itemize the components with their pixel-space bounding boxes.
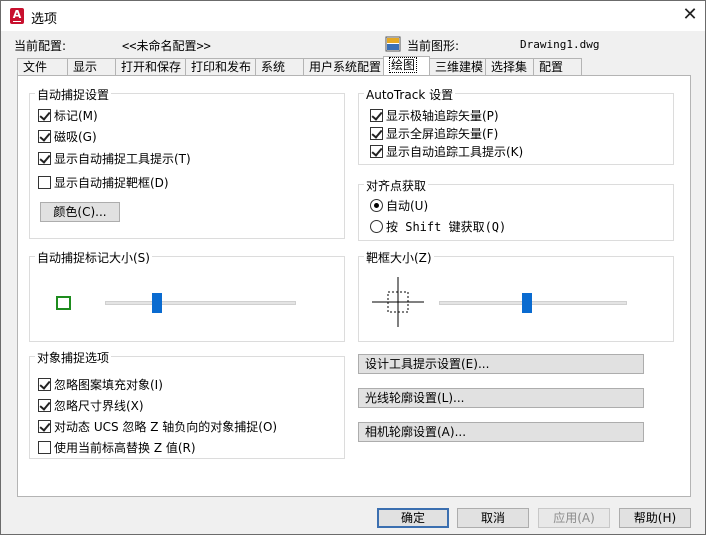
autotrack-tooltip-checkbox[interactable]: 显示自动追踪工具提示(K) <box>370 143 523 160</box>
aperture-size-slider-track[interactable] <box>439 301 627 305</box>
tab-open-save[interactable]: 打开和保存 <box>115 58 186 75</box>
light-glyph-settings-button[interactable]: 光线轮廓设置(L)... <box>358 388 644 408</box>
dialog-title: 选项 <box>31 12 58 27</box>
autotrack-settings-group: AutoTrack 设置 显示极轴追踪矢量(P) 显示全屏追踪矢量(F) 显示自… <box>358 86 674 165</box>
ignore-negative-z-checkbox[interactable]: 对动态 UCS 忽略 Z 轴负向的对象捕捉(O) <box>38 418 277 435</box>
tab-selection[interactable]: 选择集 <box>485 58 534 75</box>
current-drawing-value: Drawing1.dwg <box>520 38 600 51</box>
polar-tracking-checkbox[interactable]: 显示极轴追踪矢量(P) <box>370 107 499 124</box>
ok-button[interactable]: 确定 <box>377 508 449 528</box>
checkbox-box <box>38 109 51 122</box>
autosnap-tooltip-checkbox[interactable]: 显示自动捕捉工具提示(T) <box>38 150 191 167</box>
aperture-size-group: 靶框大小(Z) <box>358 249 674 342</box>
options-dialog: A 选项 ✕ 当前配置: <<未命名配置>> 当前图形: Drawing1.dw… <box>0 0 706 535</box>
checkbox-box <box>38 378 51 391</box>
autosnap-aperture-checkbox[interactable]: 显示自动捕捉靶框(D) <box>38 174 169 191</box>
checkbox-box <box>38 399 51 412</box>
help-button[interactable]: 帮助(H) <box>619 508 691 528</box>
object-snap-options-title: 对象捕捉选项 <box>35 349 112 366</box>
checkbox-box <box>370 127 383 140</box>
autosnap-settings-group: 自动捕捉设置 标记(M) 磁吸(G) 显示自动捕捉工具提示(T) 显示自动捕捉靶… <box>29 86 345 239</box>
ignore-hatch-checkbox[interactable]: 忽略图案填充对象(I) <box>38 376 163 393</box>
autocad-app-icon: A <box>10 8 24 24</box>
checkbox-box <box>38 176 51 189</box>
marker-checkbox[interactable]: 标记(M) <box>38 107 98 124</box>
marker-preview <box>56 296 71 310</box>
aperture-size-title: 靶框大小(Z) <box>364 249 434 266</box>
tab-user-preferences[interactable]: 用户系统配置 <box>303 58 384 75</box>
radio-dot <box>370 220 383 233</box>
autosnap-marker-size-group: 自动捕捉标记大小(S) <box>29 249 345 342</box>
fullscreen-tracking-checkbox[interactable]: 显示全屏追踪矢量(F) <box>370 125 498 142</box>
current-profile-value: <<未命名配置>> <box>122 39 211 53</box>
checkbox-box <box>38 130 51 143</box>
close-button[interactable]: ✕ <box>677 5 703 27</box>
camera-glyph-settings-button[interactable]: 相机轮廓设置(A)... <box>358 422 644 442</box>
tab-system[interactable]: 系统 <box>255 58 304 75</box>
alignment-acquisition-group: 对齐点获取 自动(U) 按 Shift 键获取(Q) <box>358 177 674 241</box>
checkbox-box <box>38 420 51 433</box>
replace-z-elevation-checkbox[interactable]: 使用当前标高替换 Z 值(R) <box>38 439 196 456</box>
autosnap-settings-title: 自动捕捉设置 <box>35 86 112 103</box>
current-profile-label: 当前配置: <box>14 39 67 53</box>
cancel-button[interactable]: 取消 <box>457 508 529 528</box>
shift-acquire-radio[interactable]: 按 Shift 键获取(Q) <box>370 218 506 235</box>
tab-display[interactable]: 显示 <box>67 58 116 75</box>
aperture-size-slider-thumb[interactable] <box>522 293 532 313</box>
current-drawing-label: 当前图形: <box>407 39 460 53</box>
tab-plot-publish[interactable]: 打印和发布 <box>185 58 256 75</box>
title-bar: A 选项 ✕ <box>1 1 705 31</box>
auto-acquire-radio[interactable]: 自动(U) <box>370 197 428 214</box>
tab-drafting[interactable]: 绘图 <box>383 56 430 75</box>
drawing-icon <box>385 36 401 52</box>
alignment-acquisition-title: 对齐点获取 <box>364 177 429 194</box>
aperture-preview <box>372 277 424 327</box>
checkbox-box <box>38 441 51 454</box>
apply-button[interactable]: 应用(A) <box>538 508 610 528</box>
object-snap-options-group: 对象捕捉选项 忽略图案填充对象(I) 忽略尺寸界线(X) 对动态 UCS 忽略 … <box>29 349 345 459</box>
color-button[interactable]: 颜色(C)... <box>40 202 120 222</box>
design-tooltip-settings-button[interactable]: 设计工具提示设置(E)... <box>358 354 644 374</box>
tab-files[interactable]: 文件 <box>17 58 68 75</box>
marker-size-slider-track[interactable] <box>105 301 296 305</box>
checkbox-box <box>38 152 51 165</box>
drafting-panel: 自动捕捉设置 标记(M) 磁吸(G) 显示自动捕捉工具提示(T) 显示自动捕捉靶… <box>17 75 691 497</box>
autotrack-settings-title: AutoTrack 设置 <box>364 86 456 103</box>
checkbox-box <box>370 109 383 122</box>
tab-3d-modeling[interactable]: 三维建模 <box>429 58 486 75</box>
tab-profiles[interactable]: 配置 <box>533 58 582 75</box>
marker-size-slider-thumb[interactable] <box>152 293 162 313</box>
checkbox-box <box>370 145 383 158</box>
radio-dot <box>370 199 383 212</box>
autosnap-marker-size-title: 自动捕捉标记大小(S) <box>35 249 152 266</box>
ignore-dimension-extension-checkbox[interactable]: 忽略尺寸界线(X) <box>38 397 144 414</box>
magnet-checkbox[interactable]: 磁吸(G) <box>38 128 97 145</box>
